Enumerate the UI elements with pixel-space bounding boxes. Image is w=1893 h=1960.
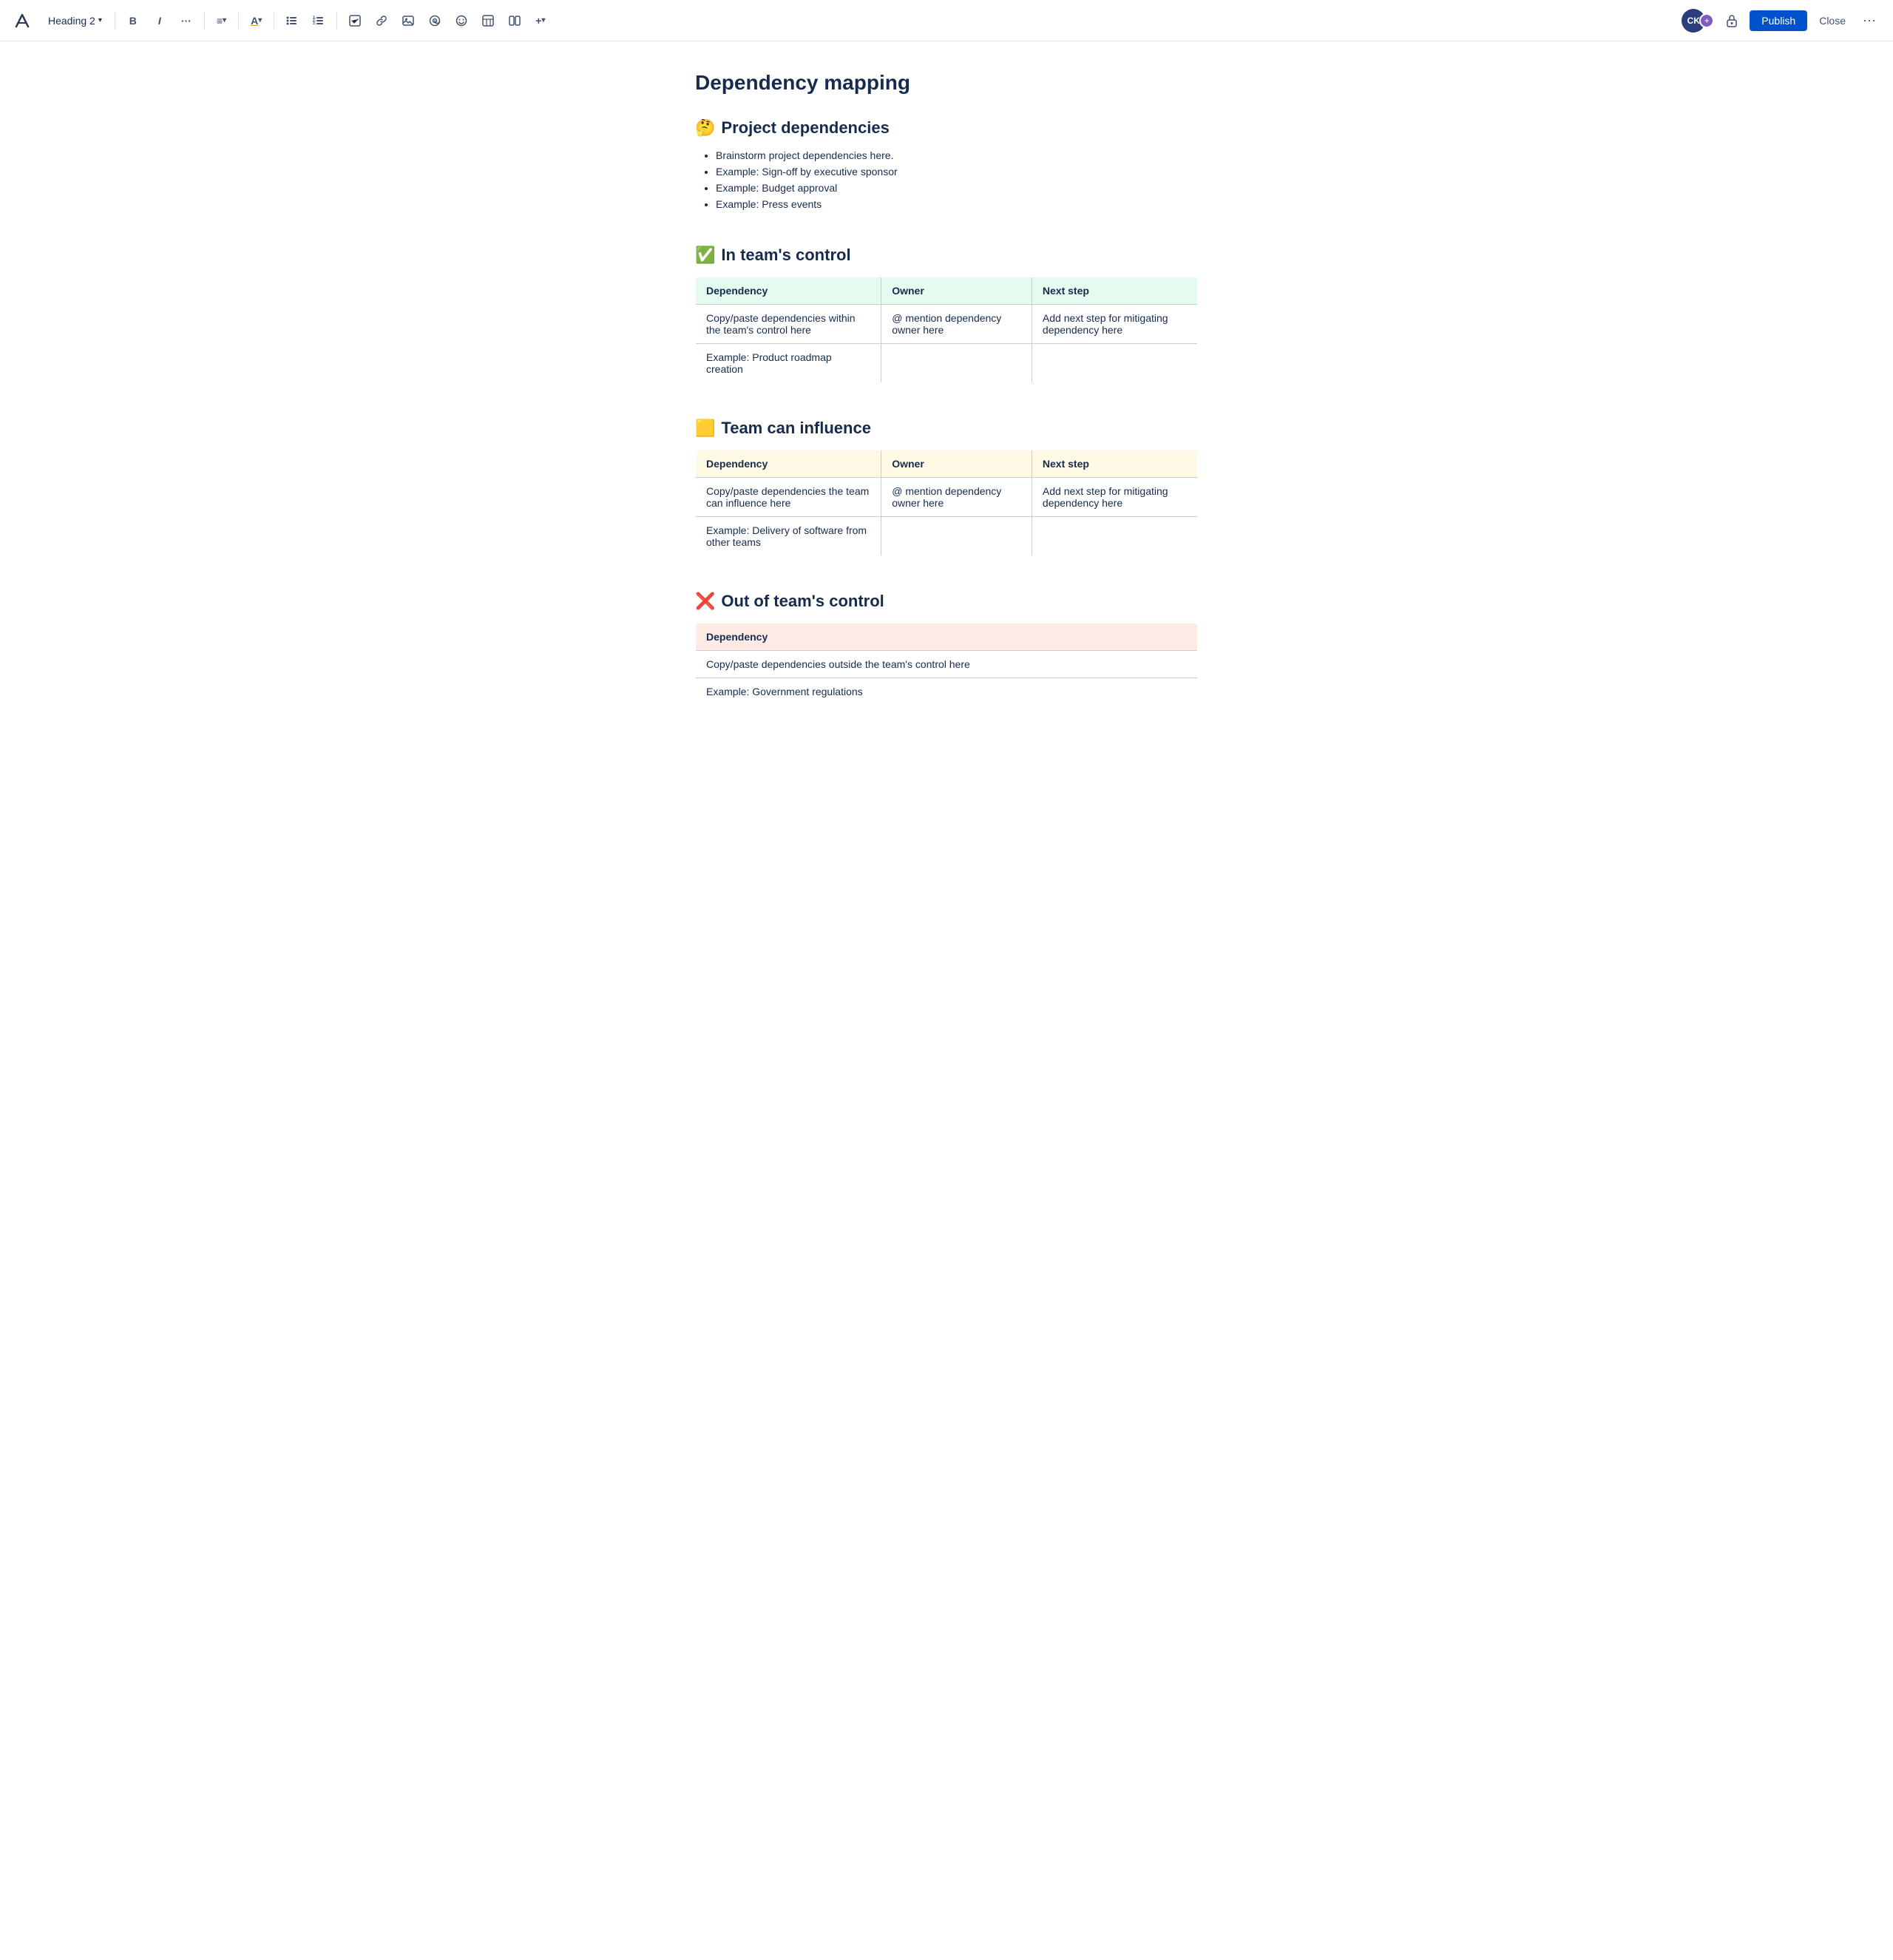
heading-style-selector[interactable]: Heading 2 ▾ [41,11,109,30]
table-header-row: Dependency Owner Next step [696,277,1198,305]
thinking-emoji-icon: 🤔 [695,118,715,138]
table-header-row: Dependency [696,624,1198,651]
more-options-button[interactable]: ··· [1858,9,1881,33]
more-formatting-button[interactable]: ··· [175,9,198,33]
close-button[interactable]: Close [1813,10,1852,31]
text-color-button[interactable]: A ▾ [245,9,268,33]
col-header-owner: Owner [881,450,1032,478]
table-cell-owner: @ mention dependency owner here [881,305,1032,344]
toolbar-divider-3 [238,12,239,30]
col-header-dependency: Dependency [696,624,1198,651]
table-row: Example: Delivery of software from other… [696,517,1198,556]
avatar-group: CK + [1682,9,1714,33]
numbered-list-button[interactable]: 1.2.3. [307,9,331,33]
table-cell-owner [881,344,1032,383]
image-button[interactable] [396,9,420,33]
col-header-owner: Owner [881,277,1032,305]
lock-button[interactable] [1720,9,1744,33]
table-cell-next-step: Add next step for mitigating dependency … [1032,478,1197,517]
mention-button[interactable] [423,9,447,33]
toolbar-divider-2 [204,12,205,30]
page-content: Dependency mapping 🤔 Project dependencie… [666,41,1227,800]
list-item: Example: Budget approval [716,182,1198,194]
link-button[interactable] [370,9,393,33]
section-heading-project-dependencies: 🤔 Project dependencies [695,118,1198,138]
list-item: Example: Press events [716,198,1198,210]
section-in-team-control: ✅ In team's control Dependency Owner Nex… [695,246,1198,383]
project-dependencies-list: Brainstorm project dependencies here. Ex… [695,149,1198,210]
table-cell-dependency: Example: Government regulations [696,678,1198,706]
table-cell-next-step [1032,517,1197,556]
page-title: Dependency mapping [695,71,1198,95]
emoji-button[interactable] [450,9,473,33]
table-cell-dependency: Copy/paste dependencies within the team'… [696,305,881,344]
toolbar-divider-5 [336,12,337,30]
chevron-down-icon: ▾ [98,16,102,24]
section-heading-out-of-team-control: ❌ Out of team's control [695,592,1198,611]
table-row: Copy/paste dependencies outside the team… [696,651,1198,678]
col-header-dependency: Dependency [696,450,881,478]
add-collaborator-button[interactable]: + [1699,13,1714,28]
publish-button[interactable]: Publish [1750,10,1807,31]
toolbar: Heading 2 ▾ B I ··· ≡ ▾ A ▾ 1.2.3. [0,0,1893,41]
table-row: Example: Product roadmap creation [696,344,1198,383]
yellow-square-icon: 🟨 [695,419,715,438]
in-team-control-table: Dependency Owner Next step Copy/paste de… [695,277,1198,383]
col-header-next-step: Next step [1032,277,1197,305]
app-logo[interactable] [12,10,33,31]
heading-style-label: Heading 2 [48,15,95,27]
toolbar-right: CK + Publish Close ··· [1682,9,1881,33]
section-heading-in-team-control: ✅ In team's control [695,246,1198,265]
section-out-of-team-control: ❌ Out of team's control Dependency Copy/… [695,592,1198,706]
table-cell-next-step: Add next step for mitigating dependency … [1032,305,1197,344]
out-of-team-control-table: Dependency Copy/paste dependencies outsi… [695,623,1198,706]
table-cell-dependency: Example: Delivery of software from other… [696,517,881,556]
table-row: Copy/paste dependencies within the team'… [696,305,1198,344]
table-cell-dependency: Copy/paste dependencies the team can inf… [696,478,881,517]
columns-button[interactable] [503,9,526,33]
table-cell-owner: @ mention dependency owner here [881,478,1032,517]
section-heading-team-can-influence: 🟨 Team can influence [695,419,1198,438]
table-button[interactable] [476,9,500,33]
svg-text:3.: 3. [313,21,316,26]
checkmark-emoji-icon: ✅ [695,246,715,265]
team-can-influence-table: Dependency Owner Next step Copy/paste de… [695,450,1198,556]
task-button[interactable] [343,9,367,33]
align-button[interactable]: ≡ ▾ [211,9,232,33]
bold-button[interactable]: B [121,9,145,33]
col-header-dependency: Dependency [696,277,881,305]
insert-button[interactable]: + ▾ [529,9,551,33]
section-team-can-influence: 🟨 Team can influence Dependency Owner Ne… [695,419,1198,556]
table-cell-dependency: Example: Product roadmap creation [696,344,881,383]
list-item: Example: Sign-off by executive sponsor [716,166,1198,178]
section-project-dependencies: 🤔 Project dependencies Brainstorm projec… [695,118,1198,210]
table-header-row: Dependency Owner Next step [696,450,1198,478]
col-header-next-step: Next step [1032,450,1197,478]
table-row: Example: Government regulations [696,678,1198,706]
italic-button[interactable]: I [148,9,172,33]
table-cell-dependency: Copy/paste dependencies outside the team… [696,651,1198,678]
table-row: Copy/paste dependencies the team can inf… [696,478,1198,517]
cross-mark-icon: ❌ [695,592,715,611]
bullet-list-button[interactable] [280,9,304,33]
list-item: Brainstorm project dependencies here. [716,149,1198,161]
table-cell-owner [881,517,1032,556]
table-cell-next-step [1032,344,1197,383]
